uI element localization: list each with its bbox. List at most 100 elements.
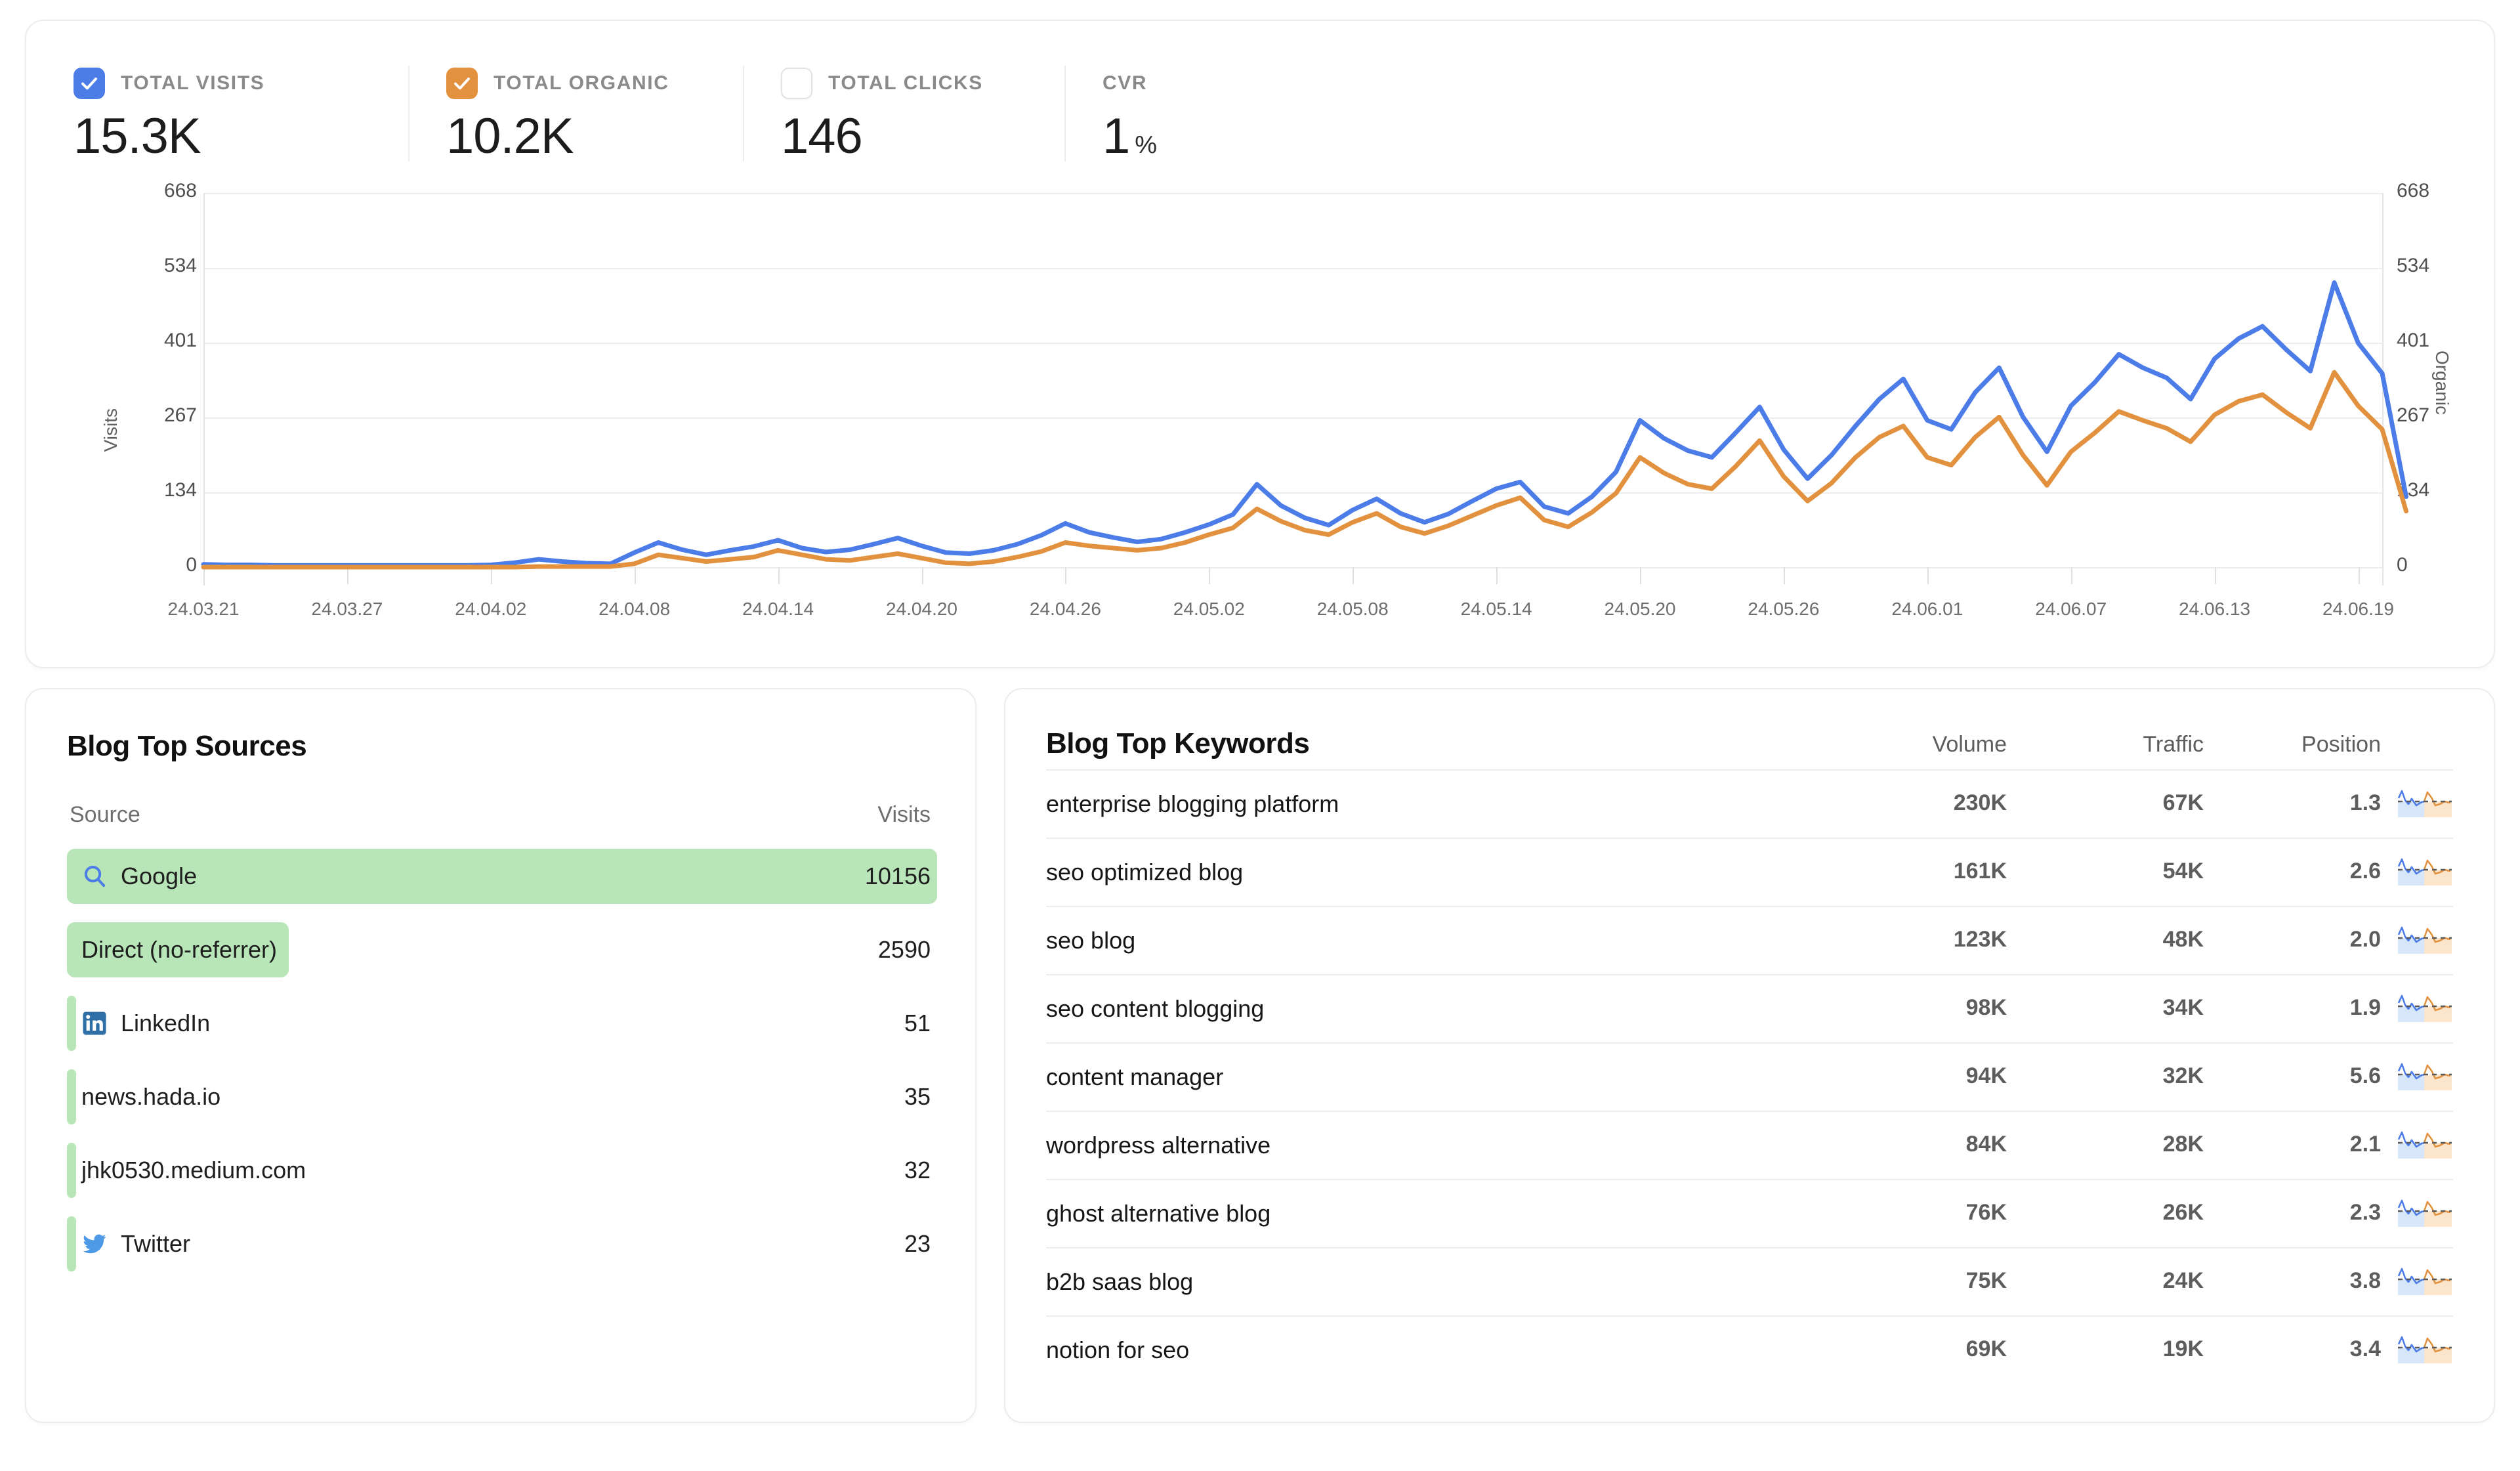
metric-value: 146 xyxy=(781,108,863,164)
keyword-row[interactable]: seo content blogging 98K 34K 1.9 xyxy=(1046,974,2453,1042)
metric-value: 15.3K xyxy=(74,108,201,164)
source-label: Direct (no-referrer) xyxy=(81,936,278,963)
keyword-name: wordpress alternative xyxy=(1046,1132,1271,1159)
sources-table-header: Source Visits xyxy=(67,802,934,828)
chart-grid: 0 0 134 134 267 267 401 401 534 534 668 668 Visits Or… xyxy=(26,180,2494,667)
keyword-position: 5.6 xyxy=(2349,1063,2381,1088)
metric-label: CVR xyxy=(1102,72,1148,94)
metric-value-wrap: 10.2K xyxy=(446,112,717,161)
keyword-row[interactable]: notion for seo 69K 19K 3.4 xyxy=(1046,1315,2453,1384)
keyword-volume: 84K xyxy=(1965,1131,2007,1157)
sources-col-source: Source xyxy=(70,802,140,827)
metric-total-organic[interactable]: TOTAL ORGANIC 10.2K xyxy=(408,66,743,161)
keyword-name: notion for seo xyxy=(1046,1336,1190,1363)
source-visits: 23 xyxy=(904,1230,931,1257)
sources-panel-title: Blog Top Sources xyxy=(67,730,307,762)
position-trend-sparkline xyxy=(2397,1199,2452,1227)
keyword-traffic: 48K xyxy=(2162,926,2204,952)
keyword-traffic: 67K xyxy=(2162,790,2204,815)
google-search-icon xyxy=(81,863,108,889)
total-organic-checkbox[interactable] xyxy=(446,68,478,99)
keyword-name: b2b saas blog xyxy=(1046,1268,1194,1295)
metric-total-visits[interactable]: TOTAL VISITS 15.3K xyxy=(74,66,408,161)
keywords-panel-title: Blog Top Keywords xyxy=(1046,727,1310,759)
keyword-row[interactable]: ghost alternative blog 76K 26K 2.3 xyxy=(1046,1179,2453,1247)
source-visits: 10156 xyxy=(864,863,931,889)
keyword-position: 3.4 xyxy=(2349,1336,2381,1361)
keyword-sparkline-cell xyxy=(2381,1264,2453,1300)
keyword-name: ghost alternative blog xyxy=(1046,1200,1271,1227)
keyword-volume: 161K xyxy=(1953,858,2007,884)
source-bar xyxy=(67,849,937,904)
chart-lines-svg xyxy=(201,280,2408,570)
metric-cvr: CVR 1 % xyxy=(1064,66,1327,161)
keyword-row[interactable]: enterprise blogging platform 230K 67K 1.… xyxy=(1046,769,2453,838)
position-trend-sparkline xyxy=(2397,1063,2452,1090)
series-line-visits xyxy=(201,280,2408,568)
source-label: Twitter xyxy=(121,1230,191,1257)
metric-total-clicks[interactable]: TOTAL CLICKS 146 xyxy=(743,66,1064,161)
keyword-volume: 123K xyxy=(1953,926,2007,952)
keyword-volume: 69K xyxy=(1965,1336,2007,1361)
keyword-row[interactable]: content manager 94K 32K 5.6 xyxy=(1046,1042,2453,1111)
linkedin-icon xyxy=(81,1010,108,1036)
source-name-cell: news.hada.io xyxy=(67,1083,220,1111)
source-row[interactable]: Twitter 23 xyxy=(67,1207,934,1281)
source-label: news.hada.io xyxy=(81,1083,221,1110)
metric-value: 1 xyxy=(1102,108,1130,164)
source-name-cell: jhk0530.medium.com xyxy=(67,1157,306,1184)
keyword-row[interactable]: b2b saas blog 75K 24K 3.8 xyxy=(1046,1247,2453,1315)
keyword-name: content manager xyxy=(1046,1063,1224,1090)
keyword-sparkline-cell xyxy=(2381,854,2453,891)
keyword-sparkline-cell xyxy=(2381,991,2453,1027)
source-row[interactable]: jhk0530.medium.com 32 xyxy=(67,1134,934,1207)
traffic-overview-card: TOTAL VISITS 15.3K TOTAL ORGANIC 10.2K T… xyxy=(25,20,2495,668)
metric-label: TOTAL CLICKS xyxy=(828,72,983,94)
keyword-name: seo content blogging xyxy=(1046,995,1265,1022)
metric-header: TOTAL VISITS xyxy=(74,66,382,101)
keyword-position: 3.8 xyxy=(2349,1268,2381,1293)
keyword-row[interactable]: seo optimized blog 161K 54K 2.6 xyxy=(1046,838,2453,906)
keyword-row[interactable]: wordpress alternative 84K 28K 2.1 xyxy=(1046,1111,2453,1179)
keyword-sparkline-cell xyxy=(2381,922,2453,959)
keyword-position: 2.0 xyxy=(2349,926,2381,952)
source-label: Google xyxy=(121,863,198,889)
keyword-position: 2.3 xyxy=(2349,1199,2381,1225)
source-row[interactable]: Direct (no-referrer) 2590 xyxy=(67,913,934,987)
metric-label: TOTAL ORGANIC xyxy=(494,72,669,94)
position-trend-sparkline xyxy=(2397,790,2452,817)
metric-header: TOTAL ORGANIC xyxy=(446,66,717,101)
source-row[interactable]: LinkedIn 51 xyxy=(67,987,934,1060)
source-row[interactable]: Google 10156 xyxy=(67,840,937,913)
source-name-cell: Google xyxy=(67,863,197,890)
keywords-col-position: Position xyxy=(2301,732,2381,757)
keyword-traffic: 24K xyxy=(2162,1268,2204,1293)
keyword-traffic: 32K xyxy=(2162,1063,2204,1088)
keyword-sparkline-cell xyxy=(2381,786,2453,822)
keywords-table-header: Blog Top Keywords Volume Traffic Positio… xyxy=(1046,727,2453,760)
source-visits: 51 xyxy=(904,1010,931,1036)
metric-header: CVR xyxy=(1102,66,1301,101)
metric-label: TOTAL VISITS xyxy=(121,72,265,94)
blog-top-keywords-card: Blog Top Keywords Volume Traffic Positio… xyxy=(1004,688,2495,1423)
position-trend-sparkline xyxy=(2397,994,2452,1022)
keyword-traffic: 19K xyxy=(2162,1336,2204,1361)
traffic-line-chart[interactable]: 0 0 134 134 267 267 401 401 534 534 668 668 Visits Or… xyxy=(26,180,2494,667)
keyword-row[interactable]: seo blog 123K 48K 2.0 xyxy=(1046,906,2453,974)
keyword-sparkline-cell xyxy=(2381,1127,2453,1164)
keyword-position: 1.3 xyxy=(2349,790,2381,815)
total-visits-checkbox[interactable] xyxy=(74,68,105,99)
keyword-sparkline-cell xyxy=(2381,1332,2453,1369)
source-name-cell: Direct (no-referrer) xyxy=(67,936,277,964)
keyword-position: 1.9 xyxy=(2349,994,2381,1020)
total-clicks-checkbox[interactable] xyxy=(781,68,812,99)
metric-header: TOTAL CLICKS xyxy=(781,66,1038,101)
keyword-position: 2.1 xyxy=(2349,1131,2381,1157)
keyword-sparkline-cell xyxy=(2381,1195,2453,1232)
keyword-volume: 94K xyxy=(1965,1063,2007,1088)
source-visits: 32 xyxy=(904,1157,931,1183)
source-row[interactable]: news.hada.io 35 xyxy=(67,1060,934,1134)
dashboard-page: TOTAL VISITS 15.3K TOTAL ORGANIC 10.2K T… xyxy=(0,0,2520,1471)
metric-unit: % xyxy=(1135,131,1157,159)
source-name-cell: Twitter xyxy=(67,1230,190,1258)
